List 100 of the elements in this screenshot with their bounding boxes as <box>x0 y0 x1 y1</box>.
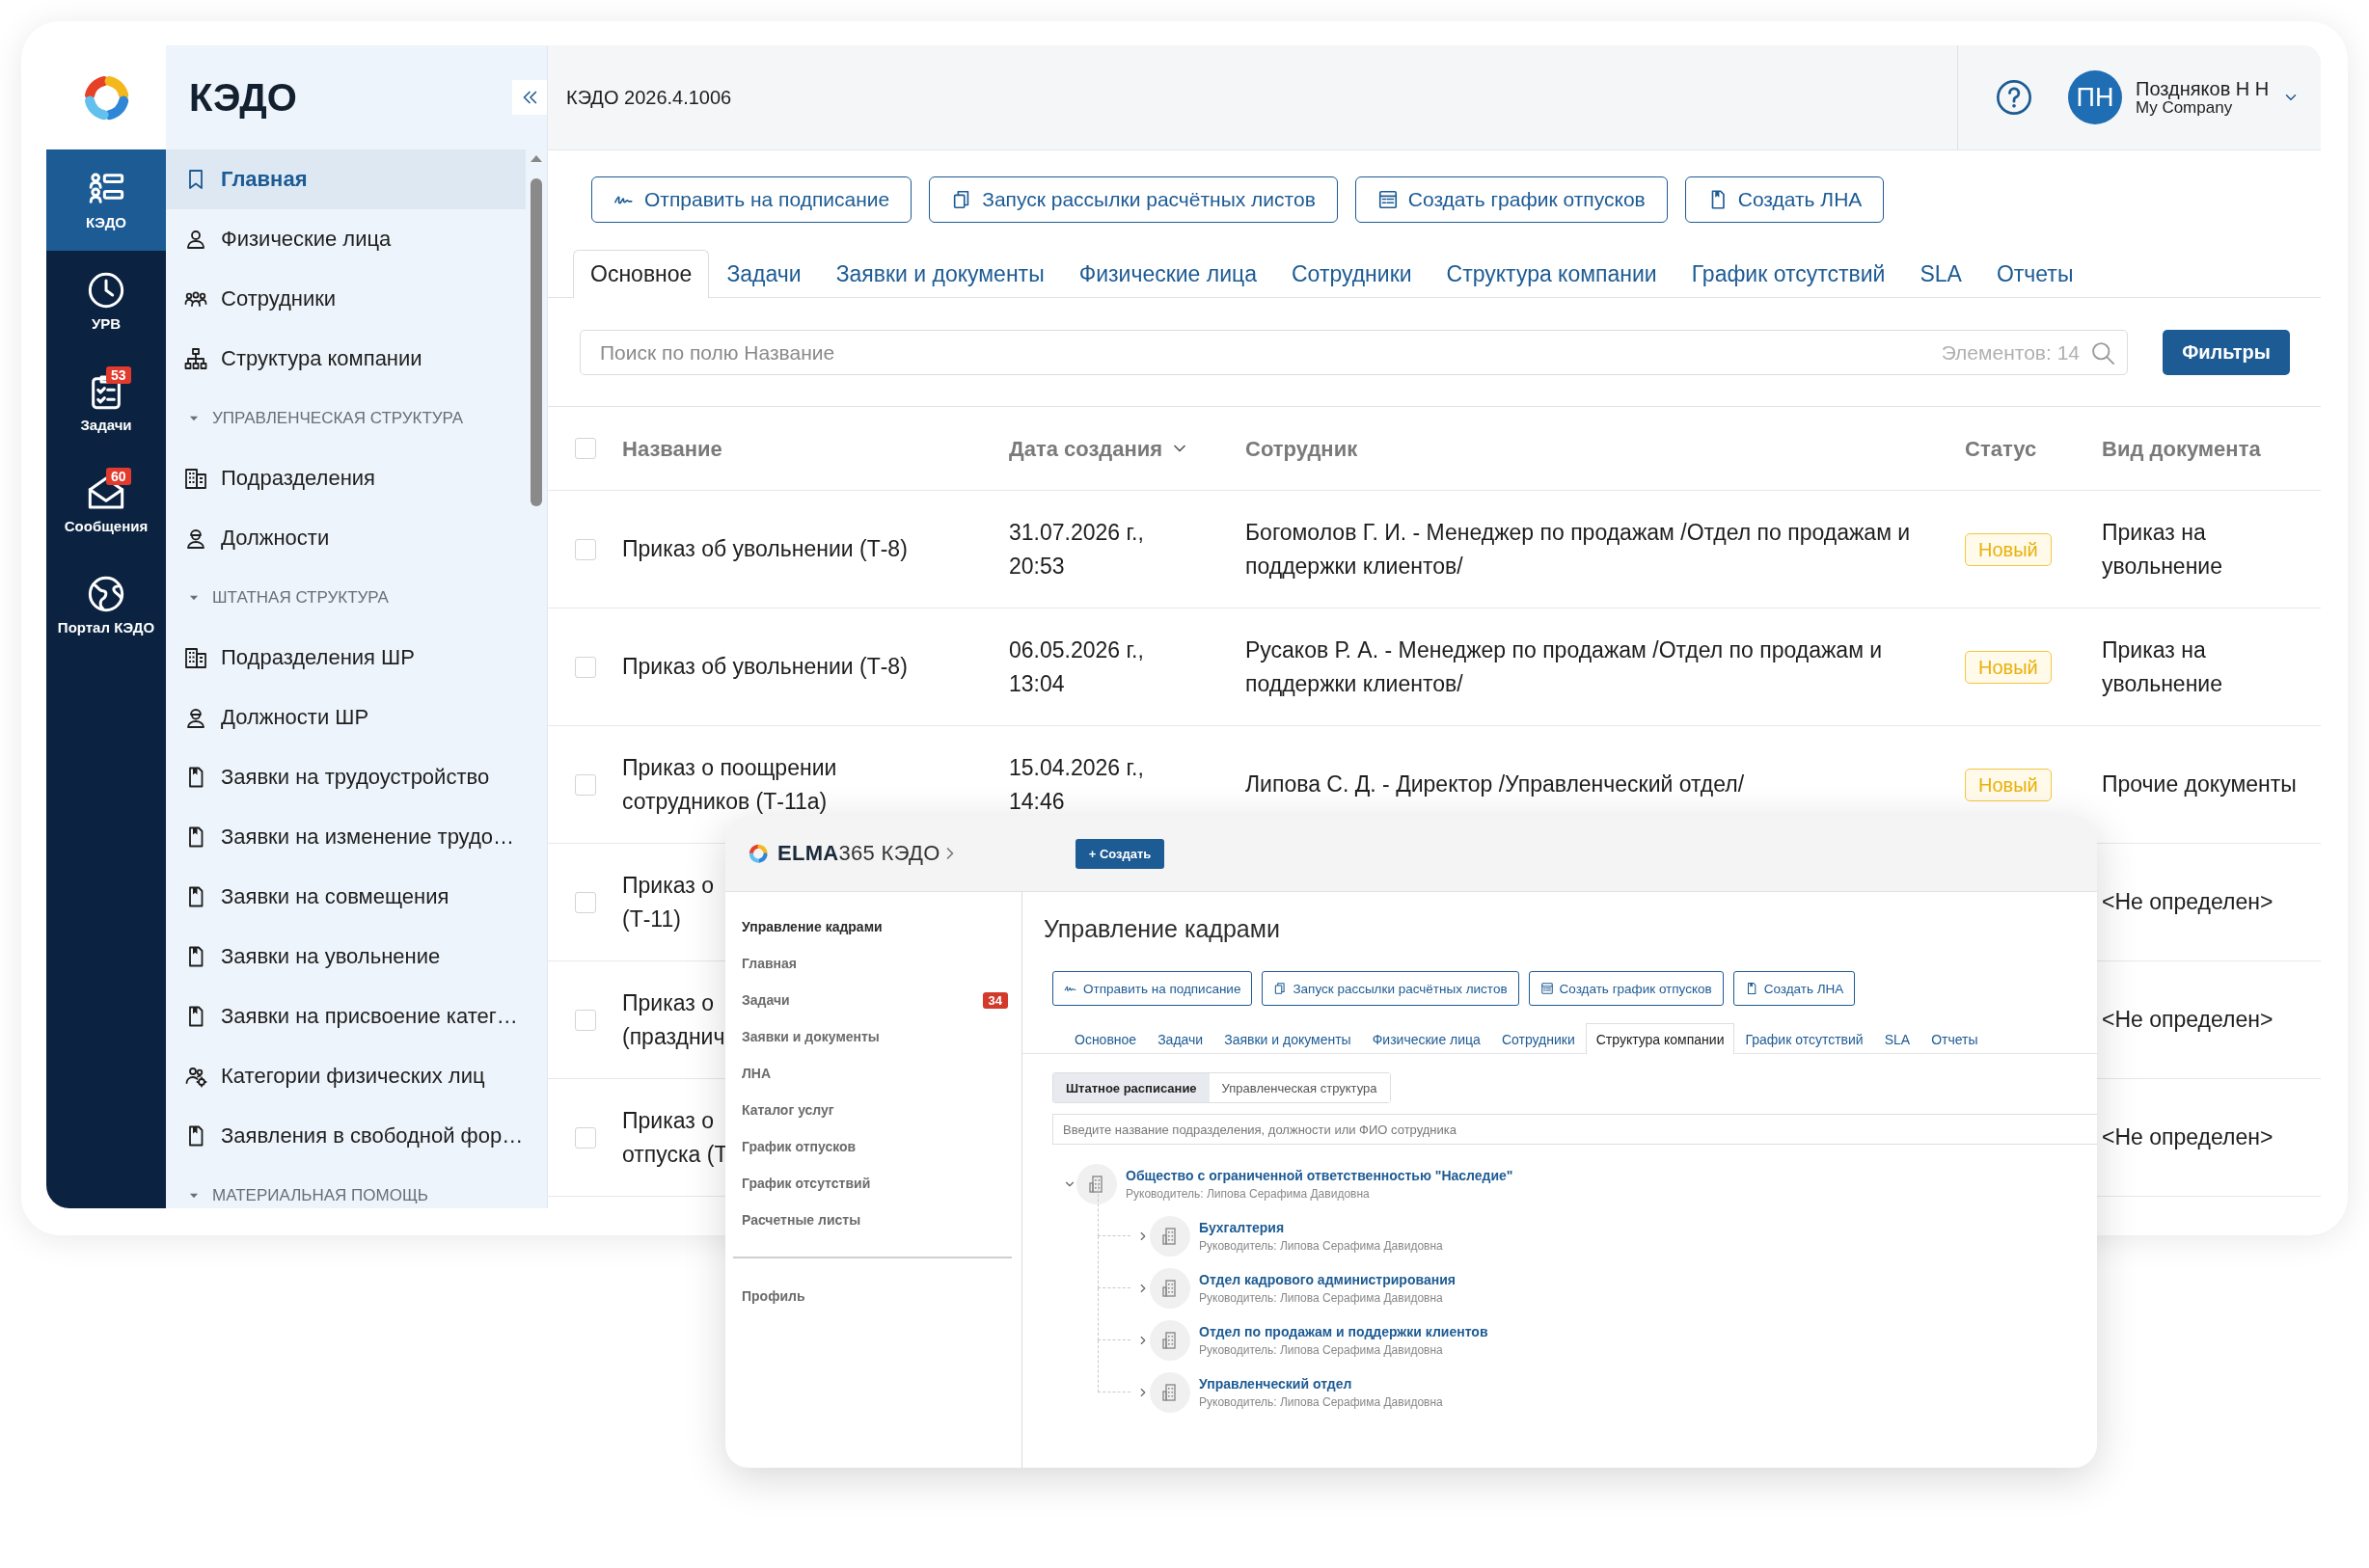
tab[interactable]: SLA <box>1902 250 1979 298</box>
checkbox[interactable] <box>575 1009 596 1031</box>
status-badge: Новый <box>1965 651 2052 684</box>
unit-name[interactable]: Бухгалтерия <box>1199 1220 1443 1235</box>
nav-item[interactable]: График отпусков <box>733 1128 1012 1165</box>
action-button[interactable]: Запуск рассылки расчётных листов <box>929 176 1338 223</box>
tab[interactable]: Физические лица <box>1361 1023 1491 1054</box>
tab[interactable]: Основное <box>573 250 710 298</box>
table-cell-text: Липова С. Д. - Директор /Управленческий отдел/ <box>1245 770 1746 799</box>
sidebar-item[interactable]: Физические лица <box>166 209 526 269</box>
action-button[interactable]: Отправить на подписание <box>1052 971 1253 1006</box>
action-button[interactable]: Создать график отпусков <box>1354 176 1668 223</box>
sidebar-item[interactable]: Структура компании <box>166 329 526 389</box>
help-icon <box>1995 78 2033 117</box>
count-badge: 53 <box>106 366 131 384</box>
checkbox[interactable] <box>575 1126 596 1149</box>
segment-tab[interactable]: Штатное расписание <box>1053 1073 1210 1102</box>
action-button[interactable]: Запуск рассылки расчётных листов <box>1262 971 1519 1006</box>
action-button[interactable]: Отправить на подписание <box>591 176 912 223</box>
rail-label: Сообщения <box>64 518 149 534</box>
tab[interactable]: Задачи <box>709 250 819 298</box>
action-button[interactable]: Создать ЛНА <box>1684 176 1885 223</box>
sidebar-item[interactable]: Заявки на трудоустройство <box>166 747 526 807</box>
tab[interactable]: График отсутствий <box>1674 250 1903 298</box>
manager-label: Руководитель: Липова Серафима Давидовна <box>1199 1395 1443 1409</box>
sidebar-item[interactable]: Заявки на изменение трудо… <box>166 807 526 867</box>
sidebar-item[interactable]: Заявки на совмещения <box>166 867 526 927</box>
column-header[interactable]: Вид документа <box>2102 432 2261 465</box>
tab[interactable]: Структура компании <box>1429 250 1675 298</box>
company-name: My Company <box>2136 98 2234 117</box>
rail-item[interactable]: КЭДО <box>46 149 166 251</box>
tab[interactable]: Физические лица <box>1061 250 1274 298</box>
tab[interactable]: Заявки и документы <box>1213 1023 1362 1054</box>
nav-item[interactable]: Каталог услуг <box>733 1092 1012 1128</box>
column-header[interactable]: Название <box>622 432 722 465</box>
nav-item[interactable]: Главная <box>733 945 1012 982</box>
column-header[interactable]: Сотрудник <box>1245 432 1358 465</box>
manager-label: Руководитель: Липова Серафима Давидовна <box>1199 1239 1443 1253</box>
tab[interactable]: Сотрудники <box>1274 250 1430 298</box>
search-field[interactable]: Введите название подразделения, должности или ФИО сотрудника <box>1052 1114 2097 1145</box>
checkbox[interactable] <box>575 538 596 560</box>
tab[interactable]: Структура компании <box>1585 1023 1735 1054</box>
building-icon <box>1150 1268 1190 1309</box>
user-name[interactable]: Поздняков Н Н <box>2136 78 2270 99</box>
action-button[interactable]: Создать график отпусков <box>1528 971 1724 1006</box>
sidebar-item[interactable]: Заявки на присвоение катег… <box>166 987 526 1046</box>
rail-item[interactable]: Портал КЭДО <box>46 554 166 656</box>
section-header[interactable]: МАТЕРИАЛЬНАЯ ПОМОЩЬ <box>166 1166 526 1208</box>
rail-item[interactable]: УРВ <box>46 251 166 352</box>
page-title: Управление кадрами <box>1044 915 1281 944</box>
sidebar-item[interactable]: Подразделения <box>166 448 526 508</box>
sidebar-item[interactable]: Должности <box>166 508 526 568</box>
sidebar-item[interactable]: Заявления в свободной фор… <box>166 1106 526 1166</box>
hierarchy-icon <box>184 347 207 370</box>
create-button[interactable]: + Создать <box>1075 838 1165 869</box>
worker-icon <box>184 706 207 729</box>
table-cell-text: Приказ о отпуска (Т <box>622 1107 728 1169</box>
checkbox[interactable] <box>575 773 596 796</box>
tab[interactable]: Задачи <box>1147 1023 1214 1054</box>
column-header[interactable]: Дата создания <box>1009 432 1163 465</box>
tab[interactable]: SLA <box>1873 1023 1921 1054</box>
tab[interactable]: Отчеты <box>1920 1023 1989 1054</box>
checkbox[interactable] <box>575 438 596 459</box>
unit-name[interactable]: Отдел по продажам и поддержки клиентов <box>1199 1324 1488 1339</box>
unit-name[interactable]: Общество с ограниченной ответственностью "Наследие" <box>1126 1168 1513 1183</box>
unit-name[interactable]: Отдел кадрового администрирования <box>1199 1272 1456 1287</box>
table-cell-text: Приказ о поощрении сотрудников (Т-11а) <box>622 754 838 816</box>
table-cell-text: Приказ об увольнении (Т-8) <box>622 535 908 564</box>
rail-item[interactable]: 53 Задачи <box>46 352 166 453</box>
tab[interactable]: Основное <box>1064 1023 1148 1054</box>
sidebar-item[interactable]: Сотрудники <box>166 269 526 329</box>
unit-name[interactable]: Управленческий отдел <box>1199 1376 1443 1392</box>
rail-item[interactable]: 60 Сообщения <box>46 453 166 554</box>
sidebar-item[interactable]: Подразделения ШР <box>166 628 526 688</box>
nav-item[interactable]: Задачи 34 <box>733 982 1012 1018</box>
filter-button[interactable]: Фильтры <box>2163 330 2290 375</box>
sidebar-item[interactable]: Категории физических лиц <box>166 1046 526 1106</box>
section-header[interactable]: УПРАВЛЕНЧЕСКАЯ СТРУКТУРА <box>166 389 526 448</box>
avatar[interactable]: ПН <box>2068 70 2122 124</box>
section-header[interactable]: ШТАТНАЯ СТРУКТУРА <box>166 568 526 628</box>
sidebar-item[interactable]: Главная <box>166 149 526 209</box>
nav-item[interactable]: Расчетные листы <box>733 1202 1012 1238</box>
tab[interactable]: График отсутствий <box>1734 1023 1874 1054</box>
sidebar-item[interactable]: Должности ШР <box>166 688 526 747</box>
tab[interactable]: Отчеты <box>1978 250 2091 298</box>
nav-item[interactable]: Профиль <box>733 1277 1012 1314</box>
building-icon <box>184 646 207 669</box>
schedule-icon <box>1539 982 1554 995</box>
checkbox[interactable] <box>575 891 596 913</box>
nav-item[interactable]: Заявки и документы <box>733 1018 1012 1055</box>
nav-item[interactable]: График отсутствий <box>733 1165 1012 1202</box>
nav-item[interactable]: ЛНА <box>733 1055 1012 1092</box>
collapse-button[interactable] <box>512 80 547 115</box>
tab[interactable]: Сотрудники <box>1490 1023 1586 1054</box>
sidebar-title: КЭДО <box>189 75 297 120</box>
sidebar-item[interactable]: Заявки на увольнение <box>166 927 526 987</box>
checkbox[interactable] <box>575 656 596 678</box>
column-header[interactable]: Статус <box>1965 432 2037 465</box>
action-button[interactable]: Создать ЛНА <box>1732 971 1856 1006</box>
tab[interactable]: Заявки и документы <box>818 250 1062 298</box>
